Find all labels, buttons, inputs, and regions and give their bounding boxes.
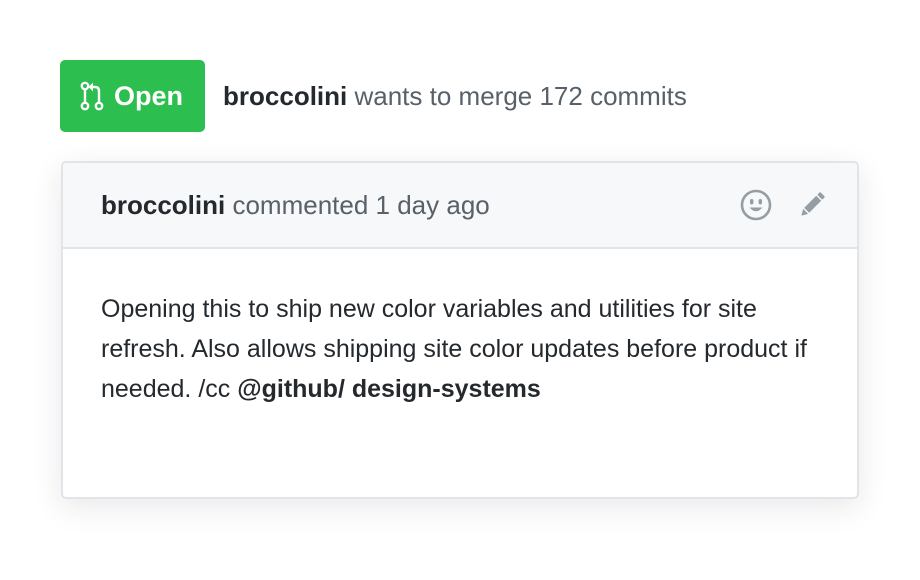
git-pull-request-icon xyxy=(80,81,104,111)
pr-author-link[interactable]: broccolini xyxy=(223,81,347,111)
comment-header: broccolini commented 1 day ago xyxy=(63,163,857,249)
comment-timestamp: commented 1 day ago xyxy=(225,189,490,220)
edit-comment-button[interactable] xyxy=(795,188,829,222)
comment-body: Opening this to ship new color variables… xyxy=(63,249,857,409)
add-reaction-button[interactable] xyxy=(739,188,773,222)
comment-author-link[interactable]: broccolini xyxy=(101,190,225,220)
comment-actions xyxy=(739,188,829,222)
pr-header: Open broccolini wants to merge 172 commi… xyxy=(60,60,687,132)
state-badge-open: Open xyxy=(60,60,206,132)
merge-description: wants to merge 172 commits xyxy=(347,80,687,111)
comment-meta: broccolini commented 1 day ago xyxy=(101,190,490,221)
team-mention-link[interactable]: @github/ design-systems xyxy=(237,375,541,403)
smiley-icon xyxy=(740,189,772,221)
merge-summary: broccolini wants to merge 172 commits xyxy=(223,81,687,112)
comment-card: broccolini commented 1 day ago Opening t… xyxy=(61,161,859,499)
pencil-icon xyxy=(801,192,825,216)
state-label: Open xyxy=(114,80,184,111)
pull-request-view: Open broccolini wants to merge 172 commi… xyxy=(0,0,920,580)
